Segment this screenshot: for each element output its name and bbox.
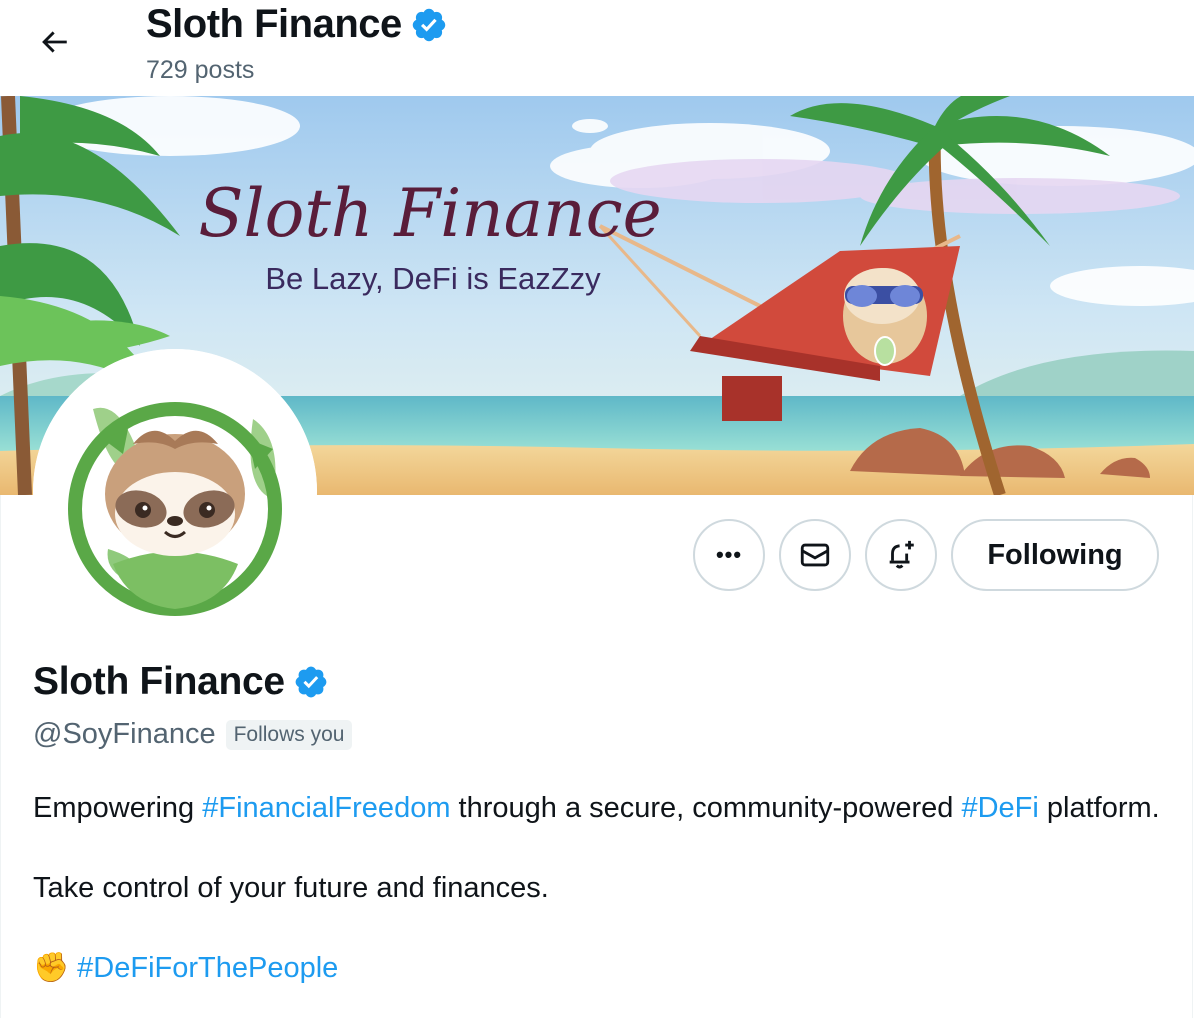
back-button[interactable] bbox=[26, 20, 82, 64]
back-arrow-icon bbox=[42, 31, 67, 53]
top-bar: Sloth Finance 729 posts bbox=[0, 0, 1194, 96]
bio-spacer bbox=[33, 828, 1163, 868]
profile-name-row: Sloth Finance bbox=[33, 660, 329, 704]
hashtag-link[interactable]: #FinancialFreedom bbox=[202, 792, 450, 824]
bio-text: Empowering bbox=[33, 792, 203, 824]
verified-badge-icon bbox=[295, 666, 327, 698]
bio-text: through a secure, community-powered bbox=[450, 792, 962, 824]
header-title: Sloth Finance bbox=[146, 2, 402, 46]
header-title-row: Sloth Finance bbox=[146, 2, 448, 47]
bio-text: platform. bbox=[1038, 792, 1160, 824]
hashtag-link[interactable]: #DeFiForThePeople bbox=[77, 952, 338, 984]
notification-bell-plus-icon bbox=[889, 540, 914, 569]
verified-badge-icon bbox=[412, 8, 445, 41]
mail-icon bbox=[800, 543, 830, 567]
more-icon: ••• bbox=[715, 542, 743, 567]
following-button[interactable]: Following bbox=[951, 519, 1159, 591]
hashtag-link[interactable]: #DeFi bbox=[961, 792, 1038, 824]
bio-paragraph-2: Take control of your future and finances… bbox=[33, 872, 549, 904]
bio-spacer bbox=[33, 908, 1163, 948]
bio-paragraph-3: ✊ #DeFiForThePeople bbox=[33, 948, 1163, 988]
sloth-avatar-image bbox=[33, 349, 317, 633]
raised-fist-emoji: ✊ bbox=[33, 952, 70, 984]
profile-avatar[interactable] bbox=[33, 349, 317, 633]
profile-handle-row: @SoyFinance Follows you bbox=[33, 718, 353, 751]
banner-headline: Sloth Finance bbox=[198, 175, 661, 252]
post-count: 729 posts bbox=[146, 56, 255, 84]
profile-name: Sloth Finance bbox=[33, 660, 285, 703]
banner-tagline: Be Lazy, DeFi is EazZzy bbox=[265, 261, 601, 296]
bio-paragraph-1: Empowering #FinancialFreedom through a s… bbox=[33, 788, 1163, 828]
follows-you-badge: Follows you bbox=[225, 719, 353, 750]
notifications-button[interactable] bbox=[865, 519, 937, 591]
more-button[interactable]: ••• bbox=[693, 519, 765, 591]
message-button[interactable] bbox=[779, 519, 851, 591]
profile-actions: ••• Following bbox=[693, 519, 1159, 591]
profile-handle: @SoyFinance bbox=[33, 718, 216, 750]
profile-bio: Empowering #FinancialFreedom through a s… bbox=[33, 788, 1163, 988]
